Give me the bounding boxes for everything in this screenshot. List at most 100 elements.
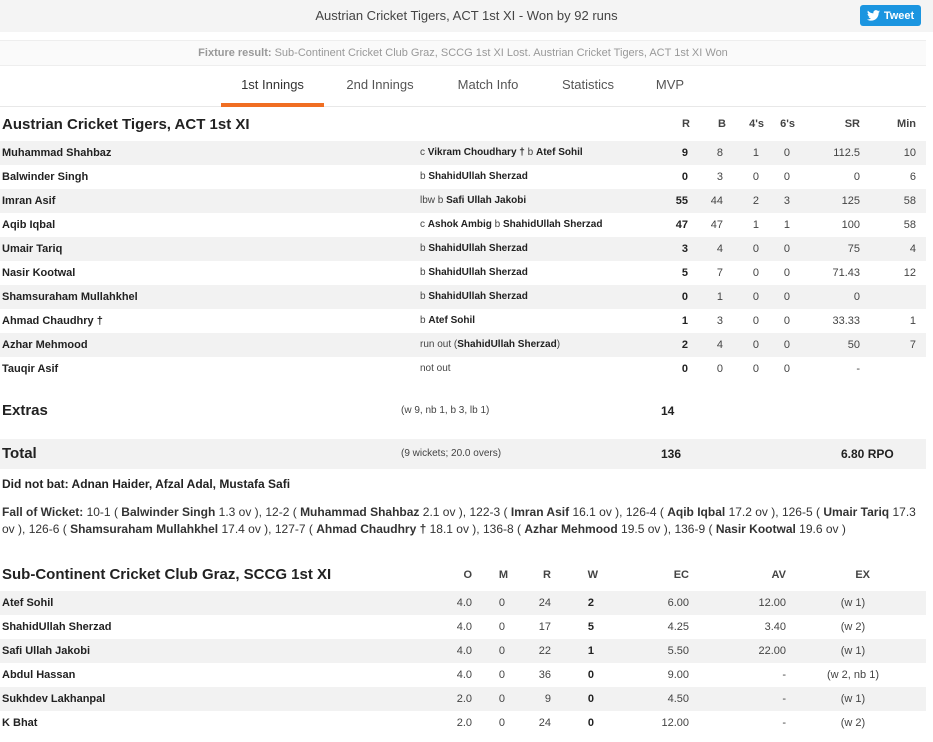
dismissal-fielder[interactable]: ShahidUllah Sherzad bbox=[503, 219, 602, 230]
twitter-bird-icon bbox=[866, 10, 880, 21]
header-wickets: W bbox=[587, 569, 598, 581]
batter-name[interactable]: Muhammad Shahbaz bbox=[2, 141, 111, 165]
economy-value: 12.00 bbox=[661, 717, 689, 729]
fow-player: Azhar Mehmood bbox=[524, 522, 618, 536]
overs-value: 2.0 bbox=[456, 693, 472, 705]
tweet-button[interactable]: Tweet bbox=[860, 5, 921, 26]
tab-2nd-innings[interactable]: 2nd Innings bbox=[333, 67, 427, 107]
batter-name[interactable]: Nasir Kootwal bbox=[2, 261, 75, 285]
fow-over: 19.6 ov bbox=[799, 522, 839, 536]
strike-rate-value: 100 bbox=[841, 219, 860, 231]
dismissal-fielder[interactable]: Vikram Choudhary † bbox=[428, 147, 525, 158]
wickets-value: 5 bbox=[587, 621, 594, 633]
fall-of-wicket-item: 10-1 ( Balwinder Singh 1.3 ov ), bbox=[86, 505, 263, 519]
bowler-name[interactable]: ShahidUllah Sherzad bbox=[2, 615, 111, 639]
runs-conceded-value: 24 bbox=[538, 717, 551, 729]
dismissal-fielder[interactable]: ShahidUllah Sherzad bbox=[457, 339, 556, 350]
header-average: AV bbox=[771, 569, 786, 581]
dismissal-fielder[interactable]: ShahidUllah Sherzad bbox=[428, 171, 527, 182]
innings-tabs: 1st Innings 2nd Innings Match Info Stati… bbox=[0, 67, 926, 107]
fours-value: 2 bbox=[752, 195, 759, 207]
dismissal-fielder[interactable]: Ashok Ambig bbox=[428, 219, 492, 230]
dismissal-fielder[interactable]: ShahidUllah Sherzad bbox=[428, 291, 527, 302]
dismissal-text: b bbox=[491, 219, 503, 230]
sixes-value: 0 bbox=[783, 147, 790, 159]
tab-mvp[interactable]: MVP bbox=[648, 67, 692, 107]
dismissal-fielder[interactable]: Atef Sohil bbox=[536, 147, 583, 158]
maidens-value: 0 bbox=[498, 597, 505, 609]
wickets-value: 0 bbox=[587, 717, 594, 729]
runs-value: 2 bbox=[681, 339, 688, 351]
strike-rate-value: 0 bbox=[853, 171, 860, 183]
bowling-row: Sukhdev Lakhanpal 2.0 0 9 0 4.50 - (w 1) bbox=[0, 687, 926, 711]
dismissal-text: c bbox=[420, 219, 428, 230]
fall-of-wicket-item: 126-6 ( Shamsuraham Mullahkhel 17.4 ov )… bbox=[28, 522, 272, 536]
fow-player: Umair Tariq bbox=[823, 505, 890, 519]
dismissal-fielder[interactable]: ShahidUllah Sherzad bbox=[428, 267, 527, 278]
bowler-name[interactable]: Sukhdev Lakhanpal bbox=[2, 687, 105, 711]
fall-of-wicket-item: 122-3 ( Imran Asif 16.1 ov ), bbox=[469, 505, 623, 519]
overs-value: 2.0 bbox=[456, 717, 472, 729]
fow-over: 2.1 ov bbox=[422, 505, 456, 519]
total-detail: (9 wickets; 20.0 overs) bbox=[401, 448, 502, 459]
fow-score: 136-9 bbox=[674, 522, 706, 536]
balls-value: 7 bbox=[716, 267, 723, 279]
economy-value: 5.50 bbox=[667, 645, 689, 657]
balls-value: 3 bbox=[716, 315, 723, 327]
tab-1st-innings[interactable]: 1st Innings bbox=[221, 67, 324, 107]
dismissal: b ShahidUllah Sherzad bbox=[420, 285, 528, 309]
sixes-value: 0 bbox=[783, 363, 790, 375]
fall-of-wickets-label: Fall of Wicket: bbox=[2, 505, 84, 519]
batting-row: Aqib Iqbal c Ashok Ambig b ShahidUllah Sh… bbox=[0, 213, 926, 237]
batter-name[interactable]: Azhar Mehmood bbox=[2, 333, 88, 357]
balls-value: 0 bbox=[716, 363, 723, 375]
batter-name[interactable]: Shamsuraham Mullahkhel bbox=[2, 285, 138, 309]
dismissal-fielder[interactable]: Atef Sohil bbox=[428, 315, 475, 326]
bowl-extras-value: (w 1) bbox=[840, 693, 866, 705]
batter-name[interactable]: Imran Asif bbox=[2, 189, 55, 213]
bowl-extras-value: (w 1) bbox=[840, 645, 866, 657]
economy-value: 4.25 bbox=[667, 621, 689, 633]
fours-value: 0 bbox=[752, 291, 759, 303]
batter-name[interactable]: Tauqir Asif bbox=[2, 357, 58, 381]
batter-name[interactable]: Ahmad Chaudhry † bbox=[2, 309, 103, 333]
fow-over: 1.3 ov bbox=[218, 505, 252, 519]
balls-value: 47 bbox=[710, 219, 723, 231]
bowl-extras-value: (w 1) bbox=[840, 597, 866, 609]
average-value: - bbox=[782, 693, 786, 705]
tab-statistics[interactable]: Statistics bbox=[550, 67, 626, 107]
runs-value: 5 bbox=[681, 267, 688, 279]
fours-value: 1 bbox=[752, 147, 759, 159]
dismissal-fielder[interactable]: Safi Ullah Jakobi bbox=[446, 195, 526, 206]
fow-player: Aqib Iqbal bbox=[667, 505, 726, 519]
runs-conceded-value: 22 bbox=[538, 645, 551, 657]
did-not-bat: Did not bat: Adnan Haider, Afzal Adal, M… bbox=[2, 477, 291, 491]
bowling-team-title: Sub-Continent Cricket Club Graz, SCCG 1s… bbox=[2, 566, 332, 583]
bowler-name[interactable]: K Bhat bbox=[2, 711, 37, 735]
maidens-value: 0 bbox=[498, 645, 505, 657]
bowler-name[interactable]: Abdul Hassan bbox=[2, 663, 75, 687]
maidens-value: 0 bbox=[498, 693, 505, 705]
balls-value: 1 bbox=[716, 291, 723, 303]
wickets-value: 2 bbox=[587, 597, 594, 609]
wickets-value: 0 bbox=[587, 693, 594, 705]
batter-name[interactable]: Balwinder Singh bbox=[2, 165, 88, 189]
strike-rate-value: 125 bbox=[841, 195, 860, 207]
fall-of-wicket-item: 136-8 ( Azhar Mehmood 19.5 ov ), bbox=[482, 522, 672, 536]
top-bar: Austrian Cricket Tigers, ACT 1st XI - Wo… bbox=[0, 0, 933, 32]
fow-player: Muhammad Shahbaz bbox=[300, 505, 420, 519]
dismissal: b ShahidUllah Sherzad bbox=[420, 237, 528, 261]
bowler-name[interactable]: Atef Sohil bbox=[2, 591, 53, 615]
tab-match-info[interactable]: Match Info bbox=[447, 67, 529, 107]
batter-name[interactable]: Umair Tariq bbox=[2, 237, 62, 261]
bowler-name[interactable]: Safi Ullah Jakobi bbox=[2, 639, 90, 663]
sixes-value: 1 bbox=[783, 219, 790, 231]
dismissal: c Vikram Choudhary † b Atef Sohil bbox=[420, 141, 583, 165]
sixes-value: 0 bbox=[783, 315, 790, 327]
batter-name[interactable]: Aqib Iqbal bbox=[2, 213, 55, 237]
fow-player: Shamsuraham Mullahkhel bbox=[70, 522, 219, 536]
dismissal-fielder[interactable]: ShahidUllah Sherzad bbox=[428, 243, 527, 254]
header-fours: 4's bbox=[749, 118, 764, 130]
balls-value: 3 bbox=[716, 171, 723, 183]
strike-rate-value: 112.5 bbox=[833, 147, 860, 159]
